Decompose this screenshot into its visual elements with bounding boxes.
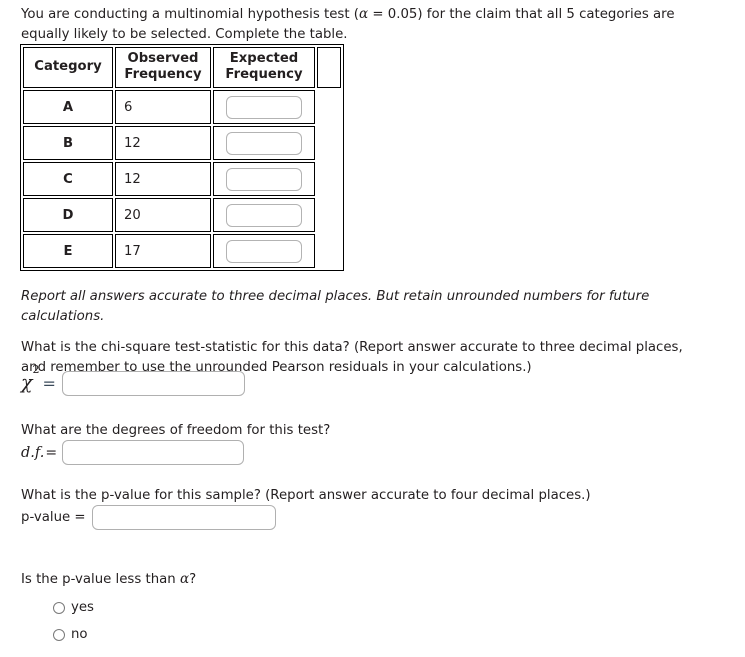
comparison-text-before-alpha: Is the p-value less than bbox=[21, 572, 180, 587]
problem-statement: You are conducting a multinomial hypothe… bbox=[21, 4, 721, 45]
p-value-question-text: What is the p-value for this sample? (Re… bbox=[21, 488, 591, 503]
expected-frequency-cell bbox=[213, 234, 315, 269]
header-expected-frequency: Expected Frequency bbox=[213, 47, 315, 89]
header-observed-frequency: Observed Frequency bbox=[115, 47, 211, 89]
chi-glyph: χ bbox=[21, 371, 33, 394]
observed-frequency-cell: 12 bbox=[115, 162, 211, 197]
table-header-row: Category Observed Frequency Expected Fre… bbox=[23, 47, 341, 89]
chi-square-input[interactable] bbox=[61, 371, 245, 396]
intro-text-before-alpha: You are conducting a multinomial hypothe… bbox=[21, 7, 359, 22]
expected-frequency-input-b[interactable] bbox=[226, 131, 302, 155]
header-observed-line2: Frequency bbox=[124, 67, 202, 83]
table-row: D 20 bbox=[23, 198, 341, 233]
table-row: C 12 bbox=[23, 162, 341, 197]
radio-label-yes: yes bbox=[71, 600, 94, 615]
expected-frequency-input-a[interactable] bbox=[226, 95, 302, 119]
p-value-answer-row: p-value = bbox=[21, 505, 276, 530]
table-body: A 6 B 12 C 12 D 20 E 17 bbox=[23, 90, 341, 269]
observed-frequency-cell: 20 bbox=[115, 198, 211, 233]
chi-exponent: 2 bbox=[32, 363, 40, 377]
p-value-label: p-value = bbox=[21, 510, 86, 525]
p-value-comparison-question-text: Is the p-value less than α? bbox=[21, 569, 441, 590]
p-value-input[interactable] bbox=[91, 505, 276, 530]
expected-frequency-input-d[interactable] bbox=[226, 203, 302, 227]
header-category: Category bbox=[23, 47, 113, 89]
category-cell: D bbox=[23, 198, 113, 233]
header-expected-line2: Frequency bbox=[225, 67, 303, 83]
observed-frequency-cell: 17 bbox=[115, 234, 211, 269]
expected-frequency-cell bbox=[213, 198, 315, 233]
rounding-note: Report all answers accurate to three dec… bbox=[21, 289, 650, 324]
header-observed-line1: Observed bbox=[127, 51, 199, 66]
degrees-of-freedom-question-text: What are the degrees of freedom for this… bbox=[21, 423, 331, 438]
observed-frequency-cell: 12 bbox=[115, 126, 211, 161]
category-cell: A bbox=[23, 90, 113, 125]
table-row: A 6 bbox=[23, 90, 341, 125]
table-row: E 17 bbox=[23, 234, 341, 269]
header-expected-line1: Expected bbox=[229, 51, 299, 66]
worksheet-page: You are conducting a multinomial hypothe… bbox=[0, 0, 745, 657]
frequency-table: Category Observed Frequency Expected Fre… bbox=[20, 44, 344, 272]
expected-frequency-input-e[interactable] bbox=[226, 239, 302, 263]
degrees-of-freedom-label: d.f. bbox=[21, 444, 45, 461]
category-cell: E bbox=[23, 234, 113, 269]
table-row: B 12 bbox=[23, 126, 341, 161]
alpha-symbol-comparison: α bbox=[179, 571, 190, 587]
expected-frequency-cell bbox=[213, 162, 315, 197]
radio-button-icon[interactable] bbox=[53, 601, 65, 614]
alpha-symbol: α bbox=[359, 6, 369, 22]
radio-option-no[interactable]: no bbox=[53, 621, 94, 648]
category-cell: B bbox=[23, 126, 113, 161]
chi-square-symbol: χ2 bbox=[21, 364, 40, 394]
comparison-text-after-alpha: ? bbox=[189, 572, 197, 587]
degrees-of-freedom-answer-row: d.f. = bbox=[21, 440, 245, 465]
degrees-of-freedom-equals-sign: = bbox=[45, 444, 58, 461]
degrees-of-freedom-input[interactable] bbox=[62, 440, 245, 465]
radio-option-yes[interactable]: yes bbox=[53, 594, 94, 621]
p-value-comparison-radio-group: yes no bbox=[53, 594, 94, 648]
header-spacer-cell bbox=[317, 47, 341, 89]
chi-square-answer-row: χ2 = bbox=[21, 364, 245, 396]
observed-frequency-cell: 6 bbox=[115, 90, 211, 125]
chi-square-equals-sign: = bbox=[42, 374, 56, 393]
radio-button-icon[interactable] bbox=[53, 628, 65, 641]
expected-frequency-input-c[interactable] bbox=[226, 167, 302, 191]
radio-label-no: no bbox=[71, 627, 88, 642]
expected-frequency-cell bbox=[213, 126, 315, 161]
expected-frequency-cell bbox=[213, 90, 315, 125]
category-cell: C bbox=[23, 162, 113, 197]
